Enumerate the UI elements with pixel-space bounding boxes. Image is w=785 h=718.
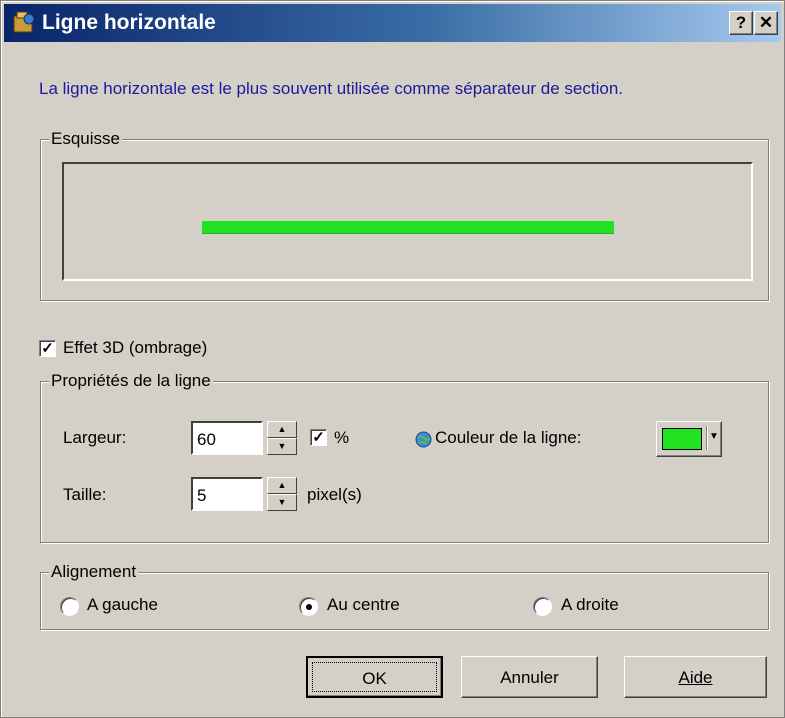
align-center-radio[interactable]: [299, 597, 318, 616]
size-up-arrow-icon[interactable]: ▲: [267, 477, 297, 494]
sketch-group-label: Esquisse: [49, 129, 122, 149]
width-spinner[interactable]: ▲ ▼: [267, 421, 297, 455]
width-down-arrow-icon[interactable]: ▼: [267, 438, 297, 455]
close-button[interactable]: ✕: [754, 11, 778, 35]
cancel-label: Annuler: [500, 668, 559, 687]
size-label: Taille:: [63, 485, 107, 504]
line-properties-group: [40, 381, 769, 543]
size-down-arrow-icon[interactable]: ▼: [267, 494, 297, 511]
cancel-button[interactable]: Annuler: [461, 656, 598, 698]
app-icon: [13, 11, 35, 33]
window-title: Ligne horizontale: [42, 11, 216, 34]
title-bar[interactable]: Ligne horizontale ? ✕: [4, 4, 781, 42]
align-center-label[interactable]: Au centre: [327, 595, 400, 615]
alignment-group-label: Alignement: [49, 562, 139, 582]
radio-selected-dot: [306, 604, 312, 610]
intro-text: La ligne horizontale est le plus souvent…: [39, 79, 624, 98]
width-input[interactable]: 60: [191, 421, 263, 455]
horizontal-line-dialog: Ligne horizontale ? ✕ La ligne horizonta…: [0, 0, 785, 718]
ok-label: OK: [362, 669, 387, 688]
color-swatch: [662, 428, 702, 450]
help-button[interactable]: Aide: [624, 656, 767, 698]
size-input[interactable]: 5: [191, 477, 263, 511]
help-label: Aide: [678, 668, 713, 687]
width-label: Largeur:: [63, 428, 127, 447]
line-properties-label: Propriétés de la ligne: [49, 371, 213, 391]
size-unit-label: pixel(s): [307, 485, 362, 504]
preview-line: [202, 221, 614, 234]
sketch-preview: [62, 162, 753, 281]
chevron-down-icon: ▼: [709, 431, 719, 442]
size-spinner[interactable]: ▲ ▼: [267, 477, 297, 511]
help-title-button[interactable]: ?: [729, 11, 753, 35]
percent-label: %: [334, 428, 350, 447]
width-up-arrow-icon[interactable]: ▲: [267, 421, 297, 438]
ok-button[interactable]: OK: [306, 656, 443, 698]
effect-3d-label[interactable]: Effet 3D (ombrage): [63, 338, 207, 358]
align-left-radio[interactable]: [60, 597, 79, 616]
align-right-label[interactable]: A droite: [561, 595, 619, 615]
dropdown-separator: [706, 426, 707, 450]
align-right-radio[interactable]: [533, 597, 552, 616]
globe-icon: [415, 431, 432, 448]
line-color-picker[interactable]: ▼: [656, 421, 722, 457]
line-color-label: Couleur de la ligne:: [435, 428, 582, 447]
effect-3d-checkbox[interactable]: ✓: [39, 340, 56, 357]
align-left-label[interactable]: A gauche: [87, 595, 158, 615]
percent-checkbox[interactable]: ✓: [310, 429, 327, 446]
